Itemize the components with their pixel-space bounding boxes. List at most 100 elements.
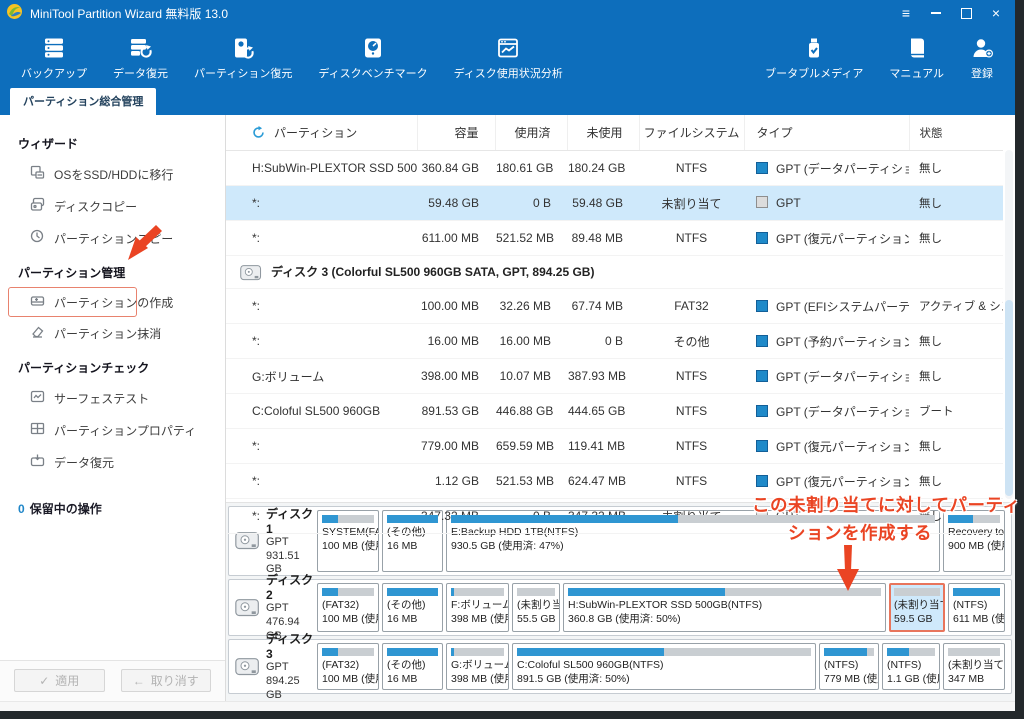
partition-size-info: 59.5 GB (894, 613, 940, 627)
partition-block[interactable]: (その他)16 MB (382, 583, 443, 632)
file-system-cell: NTFS (639, 394, 744, 429)
unused-cell: 624.47 MB (567, 464, 639, 499)
scrollbar-thumb[interactable] (1005, 300, 1013, 495)
menu-icon[interactable]: ≡ (891, 1, 921, 25)
tab-partition-management[interactable]: パーティション総合管理 (10, 88, 156, 115)
sidebar-item-partition-copy[interactable]: パーティションコピー (0, 222, 225, 254)
partition-name-cell: *: (226, 186, 417, 221)
partition-size-info: 900 MB (使用 (948, 540, 1000, 554)
partition-name-cell: *: (226, 289, 417, 324)
selected-unallocated-block[interactable]: (未割り当て59.5 GB (889, 583, 945, 632)
bootable-media-button[interactable]: ブータブルメディア (752, 26, 876, 90)
disk-info[interactable]: ディスク 2GPT476.94 GB (232, 583, 317, 632)
refresh-icon[interactable] (252, 128, 265, 142)
window-title: MiniTool Partition Wizard 無料版 13.0 (30, 5, 228, 22)
partition-block[interactable]: (NTFS)1.1 GB (使用済: (882, 643, 940, 690)
sidebar-item-surface-test[interactable]: サーフェステスト (0, 382, 225, 414)
partition-block[interactable]: G:ボリューム(N398 MB (使用 (446, 643, 509, 690)
manual-button[interactable]: マニュアル (876, 26, 957, 90)
partition-label: (未割り当て (894, 599, 940, 613)
surface-test-icon (30, 389, 45, 407)
unused-cell: 180.24 GB (567, 151, 639, 186)
table-scrollbar[interactable] (1005, 150, 1013, 499)
partition-name-cell: *: (226, 324, 417, 359)
partition-block[interactable]: Recovery too900 MB (使用 (943, 510, 1005, 572)
apply-button[interactable]: ✓適用 (14, 669, 105, 692)
partition-block[interactable]: (FAT32)100 MB (使用 (317, 643, 379, 690)
column-capacity[interactable]: 容量 (417, 115, 495, 151)
column-partition[interactable]: パーティション (226, 115, 417, 151)
used-cell: 521.53 MB (495, 464, 567, 499)
file-system-cell: 未割り当て (639, 186, 744, 221)
bootable-media-icon (802, 36, 826, 60)
create-partition-icon (30, 293, 45, 311)
partition-row[interactable]: *:779.00 MB659.59 MB119.41 MBNTFSGPT (復元… (226, 429, 1003, 464)
undo-button[interactable]: ←取り消す (121, 669, 212, 692)
section-header-partition-check: パーティションチェック (0, 349, 225, 382)
partition-row[interactable]: *:100.00 MB32.26 MB67.74 MBFAT32GPT (EFI… (226, 289, 1003, 324)
close-icon[interactable]: × (981, 1, 1011, 25)
sidebar-item-data-recovery[interactable]: データ復元 (0, 446, 225, 478)
disk-benchmark-button[interactable]: ディスクベンチマーク (305, 26, 440, 90)
partition-block[interactable]: C:Coloful SL500 960GB(NTFS)891.5 GB (使用済… (512, 643, 816, 690)
partition-block[interactable]: (未割り当て55.5 GB (512, 583, 560, 632)
partition-block[interactable]: (NTFS)611 MB (使用 (948, 583, 1005, 632)
sidebar-item-label: ディスクコピー (54, 198, 137, 215)
partition-block[interactable]: (その他)16 MB (382, 510, 443, 572)
maximize-icon[interactable] (951, 1, 981, 25)
partition-size-info: 398 MB (使用 (451, 613, 504, 627)
partition-row[interactable]: *:59.48 GB0 B59.48 GB未割り当てGPT無し (226, 186, 1003, 221)
partition-label: F:ボリューム(N (451, 599, 504, 613)
partition-row[interactable]: *:611.00 MB521.52 MB89.48 MBNTFSGPT (復元パ… (226, 221, 1003, 256)
register-button[interactable]: 登録 (957, 26, 1007, 90)
sidebar-item-partition-properties[interactable]: パーティションプロパティ (0, 414, 225, 446)
disk-scheme: GPT (266, 536, 317, 550)
file-system-cell: NTFS (639, 464, 744, 499)
partition-block[interactable]: (FAT32)100 MB (使用 (317, 583, 379, 632)
partition-row[interactable]: H:SubWin-PLEXTOR SSD 500GB360.84 GB180.6… (226, 151, 1003, 186)
disk-benchmark-label: ディスクベンチマーク (318, 65, 427, 81)
minimize-icon[interactable] (921, 1, 951, 25)
usage-bar (894, 588, 940, 596)
column-unused[interactable]: 未使用 (567, 115, 639, 151)
partition-block[interactable]: (未割り当て)347 MB (943, 643, 1005, 690)
partition-row[interactable]: G:ボリューム398.00 MB10.07 MB387.93 MBNTFSGPT… (226, 359, 1003, 394)
partition-row[interactable]: *:16.00 MB16.00 MB0 Bその他GPT (予約パーティション)無… (226, 324, 1003, 359)
disk-group-label: ディスク 3 (Colorful SL500 960GB SATA, GPT, … (271, 265, 594, 279)
type-cell: GPT (復元パーティション) (744, 429, 909, 464)
column-used[interactable]: 使用済 (495, 115, 567, 151)
sidebar-item-wipe-partition[interactable]: パーティション抹消 (0, 317, 225, 349)
file-system-cell: NTFS (639, 359, 744, 394)
column-file-system[interactable]: ファイルシステム (639, 115, 744, 151)
partition-size-info: 100 MB (使用 (322, 540, 374, 554)
sidebar-item-disk-copy[interactable]: ディスクコピー (0, 190, 225, 222)
disk-group-row[interactable]: ディスク 3 (Colorful SL500 960GB SATA, GPT, … (226, 256, 1003, 289)
capacity-cell: 100.00 MB (417, 289, 495, 324)
space-analyzer-button[interactable]: ディスク使用状況分析 (441, 26, 576, 90)
status-cell: 無し (909, 429, 1003, 464)
type-cell: GPT (744, 186, 909, 221)
partition-block[interactable]: (その他)16 MB (382, 643, 443, 690)
status-cell: 無し (909, 151, 1003, 186)
partition-name-cell: G:ボリューム (226, 359, 417, 394)
backup-button[interactable]: バックアップ (8, 26, 100, 90)
sidebar-item-migrate-os[interactable]: OSをSSD/HDDに移行 (0, 158, 225, 190)
partition-row[interactable]: C:Coloful SL500 960GB891.53 GB446.88 GB4… (226, 394, 1003, 429)
partition-type-icon (756, 440, 768, 452)
partition-size-info: 360.8 GB (使用済: 50%) (568, 613, 881, 627)
data-recovery-button[interactable]: データ復元 (100, 26, 181, 90)
used-cell: 32.26 MB (495, 289, 567, 324)
partition-block[interactable]: F:ボリューム(N398 MB (使用 (446, 583, 509, 632)
column-status[interactable]: 状態 (909, 115, 1003, 151)
partition-recovery-button[interactable]: パーティション復元 (181, 26, 305, 90)
partition-block[interactable]: (NTFS)779 MB (使用 (819, 643, 879, 690)
sidebar-item-create-partition[interactable]: パーティションの作成 (8, 287, 137, 317)
capacity-cell: 779.00 MB (417, 429, 495, 464)
column-type[interactable]: タイプ (744, 115, 909, 151)
annotation-text-line1: この未割り当てに対してパーティ (752, 492, 1020, 517)
partition-type-icon (756, 196, 768, 208)
partition-block[interactable]: SYSTEM(FAT3100 MB (使用 (317, 510, 379, 572)
disk-info[interactable]: ディスク 3GPT894.25 GB (232, 643, 317, 690)
capacity-cell: 398.00 MB (417, 359, 495, 394)
type-cell: GPT (データパーティション) (744, 394, 909, 429)
